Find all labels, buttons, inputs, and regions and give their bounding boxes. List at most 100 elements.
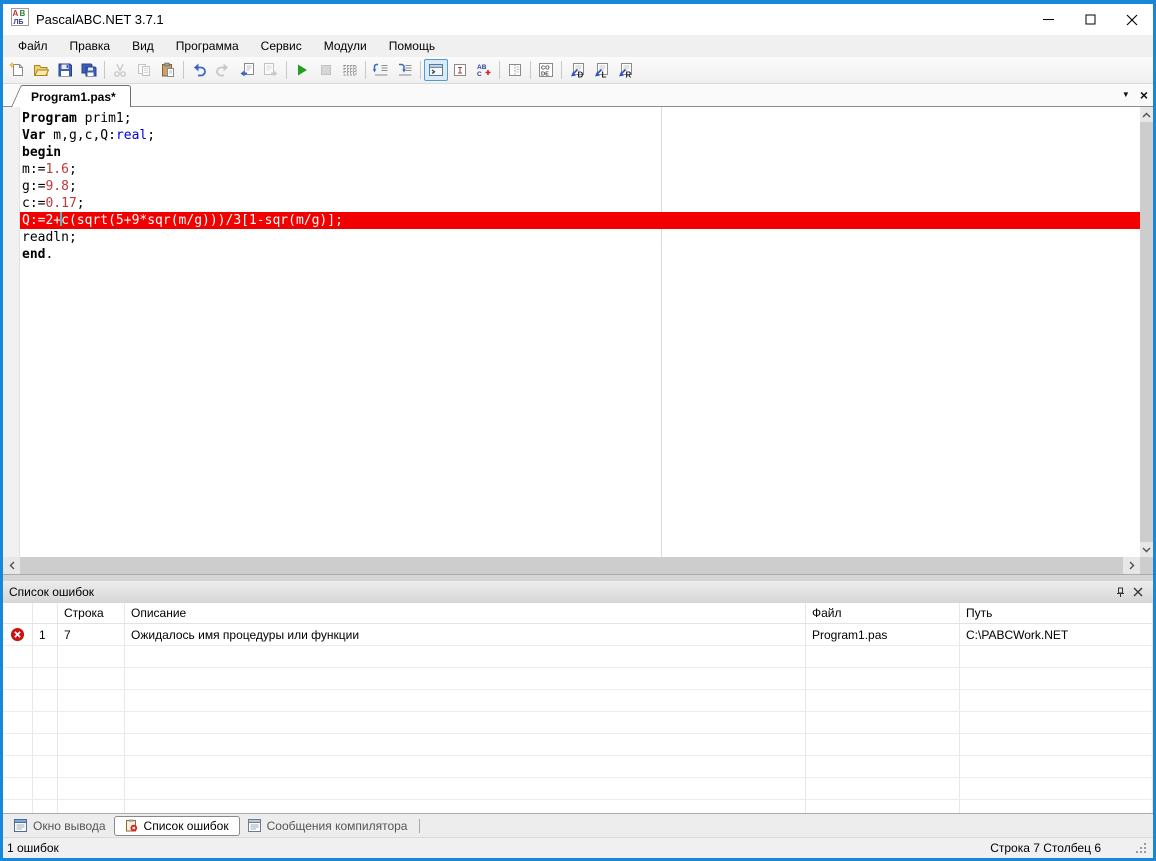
empty-cell — [3, 668, 33, 689]
empty-cell — [58, 778, 125, 799]
outdent-button[interactable] — [369, 59, 393, 81]
new-file-button[interactable] — [5, 59, 29, 81]
bottom-tab-output-window[interactable]: Окно вывода — [6, 816, 114, 836]
tab-list-dropdown-icon[interactable]: ▼ — [1122, 91, 1130, 99]
code-line[interactable]: readln; — [20, 229, 1140, 246]
empty-cell — [960, 778, 1153, 799]
error-count-text: 1 ошибок — [7, 841, 59, 855]
frames-icon — [507, 62, 523, 78]
save-all-button[interactable] — [77, 59, 101, 81]
empty-cell — [58, 734, 125, 755]
goto-next-button[interactable] — [259, 59, 283, 81]
menu-item-service[interactable]: Сервис — [250, 36, 313, 56]
tab-close-icon[interactable]: × — [1140, 88, 1148, 102]
scroll-down-button[interactable] — [1140, 542, 1153, 557]
scroll-track[interactable] — [20, 557, 1123, 574]
svg-text:ЛБ: ЛБ — [14, 19, 24, 26]
open-file-button[interactable] — [29, 59, 53, 81]
menu-item-program[interactable]: Программа — [165, 36, 250, 56]
minimize-button[interactable] — [1027, 4, 1069, 35]
pin-icon[interactable] — [1111, 583, 1129, 601]
abc-net-button[interactable]: AB C — [472, 59, 496, 81]
menu-item-view[interactable]: Вид — [121, 36, 165, 56]
goto-prev-button[interactable] — [235, 59, 259, 81]
net-decompile-r-button[interactable]: R — [613, 59, 637, 81]
undo-button[interactable] — [187, 59, 211, 81]
indent-icon — [397, 62, 413, 78]
code-line[interactable]: begin — [20, 144, 1140, 161]
empty-cell — [33, 668, 58, 689]
scroll-right-button[interactable] — [1123, 557, 1140, 574]
empty-cell — [960, 734, 1153, 755]
redo-button[interactable] — [211, 59, 235, 81]
compiler-messages-icon — [247, 819, 261, 832]
error-line[interactable]: Q:=2+c(sqrt(5+9*sqr(m/g)))/3[1-sqr(m/g)]… — [20, 212, 1140, 229]
menu-item-file[interactable]: Файл — [7, 36, 59, 56]
paste-button[interactable] — [156, 59, 180, 81]
panel-splitter[interactable] — [3, 574, 1153, 581]
column-header-icon[interactable] — [3, 603, 33, 623]
redo-icon — [215, 62, 231, 78]
cut-button[interactable] — [108, 59, 132, 81]
compile-button[interactable] — [338, 59, 362, 81]
code-token: . — [45, 247, 54, 262]
net-decompile-d-icon: D — [569, 62, 585, 78]
stop-button[interactable] — [314, 59, 338, 81]
code-area[interactable]: Program prim1; Var m,g,c,Q:real; begin m:=1… — [20, 107, 1140, 557]
cut-icon — [112, 62, 128, 78]
code-line[interactable]: end. — [20, 246, 1140, 263]
column-header-file[interactable]: Файл — [806, 603, 960, 623]
panel-close-icon[interactable] — [1129, 583, 1147, 601]
maximize-button[interactable] — [1069, 4, 1111, 35]
svg-text:R: R — [626, 71, 632, 79]
caret-position-text: Строка 7 Столбец 6 — [990, 841, 1101, 855]
empty-cell — [3, 734, 33, 755]
toolbar-separator — [561, 61, 562, 79]
indent-button[interactable] — [393, 59, 417, 81]
menu-item-help[interactable]: Помощь — [378, 36, 446, 56]
code-line[interactable]: c:=0.17; — [20, 195, 1140, 212]
menu-item-modules[interactable]: Модули — [313, 36, 378, 56]
text-window-button[interactable] — [448, 59, 472, 81]
app-window: A B ЛБ PascalABC.NET 3.7.1 Файл Правка Вид Пр… — [0, 0, 1156, 861]
column-header-path[interactable]: Путь — [960, 603, 1153, 623]
code-line[interactable]: Var m,g,c,Q:real; — [20, 127, 1140, 144]
horizontal-scrollbar[interactable] — [3, 557, 1153, 574]
empty-cell — [58, 668, 125, 689]
empty-cell — [960, 646, 1153, 667]
menu-item-edit[interactable]: Правка — [59, 36, 122, 56]
svg-text:DE: DE — [541, 72, 549, 78]
code-token: ; — [147, 128, 156, 143]
scrollbar-corner — [1140, 557, 1153, 574]
vertical-scrollbar[interactable] — [1140, 107, 1153, 557]
copy-button[interactable] — [132, 59, 156, 81]
code-line[interactable]: Program prim1; — [20, 110, 1140, 127]
empty-cell — [33, 690, 58, 711]
copy-icon — [136, 62, 152, 78]
save-file-button[interactable] — [53, 59, 77, 81]
resize-grip[interactable] — [1135, 841, 1149, 855]
column-header-index[interactable] — [33, 603, 58, 623]
column-header-line[interactable]: Строка — [58, 603, 125, 623]
column-header-description[interactable]: Описание — [125, 603, 806, 623]
code-line[interactable]: m:=1.6; — [20, 161, 1140, 178]
close-button[interactable] — [1111, 4, 1153, 35]
empty-cell — [33, 712, 58, 733]
net-decompile-d-button[interactable]: D — [565, 59, 589, 81]
stop-icon — [318, 62, 334, 78]
tab-program1[interactable]: Program1.pas* — [25, 85, 131, 107]
error-row[interactable]: 1 7 Ожидалось имя процедуры или функции Pro… — [3, 624, 1153, 646]
scroll-up-button[interactable] — [1140, 107, 1153, 122]
code-template-button[interactable]: CO DE — [534, 59, 558, 81]
net-decompile-l-button[interactable]: L — [589, 59, 613, 81]
frames-button[interactable] — [503, 59, 527, 81]
code-line[interactable]: g:=9.8; — [20, 178, 1140, 195]
bottom-tab-compiler-messages[interactable]: Сообщения компилятора — [240, 816, 416, 836]
scroll-left-button[interactable] — [3, 557, 20, 574]
show-output-button[interactable] — [424, 59, 448, 81]
status-bar: 1 ошибок Строка 7 Столбец 6 — [3, 837, 1153, 858]
empty-cell — [33, 756, 58, 777]
net-decompile-l-icon: L — [593, 62, 609, 78]
run-button[interactable] — [290, 59, 314, 81]
bottom-tab-error-list[interactable]: Список ошибок — [113, 815, 240, 836]
